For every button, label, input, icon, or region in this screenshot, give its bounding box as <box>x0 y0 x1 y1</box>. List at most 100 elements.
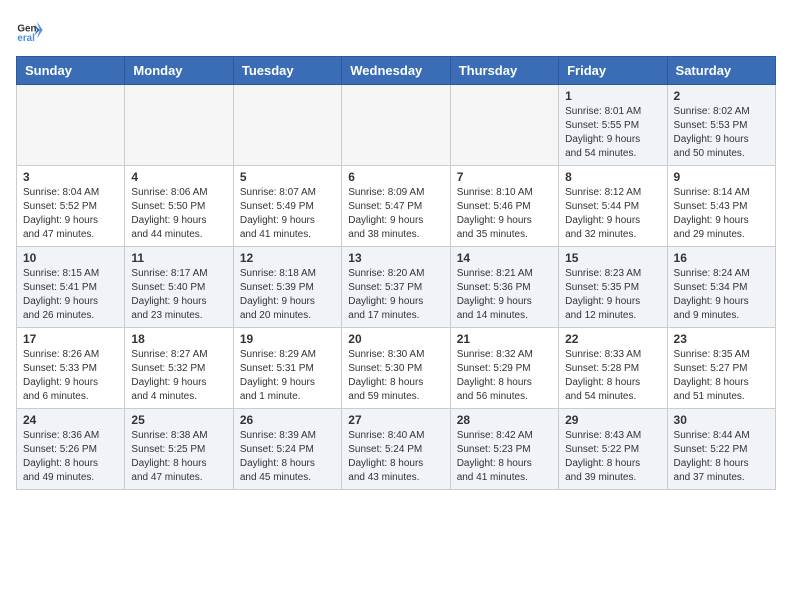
calendar-cell: 16 Sunrise: 8:24 AM Sunset: 5:34 PM Dayli… <box>667 247 775 328</box>
day-number: 12 <box>240 251 335 265</box>
day-number: 24 <box>23 413 118 427</box>
day-info: Sunrise: 8:06 AM Sunset: 5:50 PM Dayligh… <box>131 186 226 242</box>
day-info: Sunrise: 8:14 AM Sunset: 5:43 PM Dayligh… <box>674 186 769 242</box>
svg-text:eral: eral <box>17 33 35 44</box>
day-number: 25 <box>131 413 226 427</box>
day-info: Sunrise: 8:43 AM Sunset: 5:22 PM Dayligh… <box>565 429 660 485</box>
calendar-cell: 19Sunrise: 8:29 AM Sunset: 5:31 PM Dayli… <box>233 328 341 409</box>
day-number: 10 <box>23 251 118 265</box>
weekday-header-friday: Friday <box>559 57 667 85</box>
day-info: Sunrise: 8:33 AM Sunset: 5:28 PM Dayligh… <box>565 348 660 404</box>
calendar-cell: 20 Sunrise: 8:30 AM Sunset: 5:30 PM Dayli… <box>342 328 450 409</box>
day-info: Sunrise: 8:01 AM Sunset: 5:55 PM Dayligh… <box>565 105 660 161</box>
day-number: 13 <box>348 251 443 265</box>
day-info: Sunrise: 8:17 AM Sunset: 5:40 PM Dayligh… <box>131 267 226 323</box>
calendar-cell: 7 Sunrise: 8:10 AM Sunset: 5:46 PM Daylig… <box>450 166 558 247</box>
day-number: 9 <box>674 170 769 184</box>
calendar-cell: 30 Sunrise: 8:44 AM Sunset: 5:22 PM Dayli… <box>667 409 775 490</box>
calendar-header-row: SundayMondayTuesdayWednesdayThursdayFrid… <box>17 57 776 85</box>
day-info: Sunrise: 8:36 AM Sunset: 5:26 PM Dayligh… <box>23 429 118 485</box>
day-info: Sunrise: 8:09 AM Sunset: 5:47 PM Dayligh… <box>348 186 443 242</box>
day-info: Sunrise: 8:42 AM Sunset: 5:23 PM Dayligh… <box>457 429 552 485</box>
calendar-cell <box>233 85 341 166</box>
weekday-header-tuesday: Tuesday <box>233 57 341 85</box>
day-number: 1 <box>565 89 660 103</box>
day-number: 16 <box>674 251 769 265</box>
day-info: Sunrise: 8:20 AM Sunset: 5:37 PM Dayligh… <box>348 267 443 323</box>
day-number: 8 <box>565 170 660 184</box>
day-number: 3 <box>23 170 118 184</box>
calendar-cell <box>17 85 125 166</box>
day-info: Sunrise: 8:21 AM Sunset: 5:36 PM Dayligh… <box>457 267 552 323</box>
day-info: Sunrise: 8:38 AM Sunset: 5:25 PM Dayligh… <box>131 429 226 485</box>
day-number: 7 <box>457 170 552 184</box>
day-number: 17 <box>23 332 118 346</box>
day-number: 20 <box>348 332 443 346</box>
calendar-cell: 6 Sunrise: 8:09 AM Sunset: 5:47 PM Daylig… <box>342 166 450 247</box>
day-number: 30 <box>674 413 769 427</box>
weekday-header-monday: Monday <box>125 57 233 85</box>
weekday-header-sunday: Sunday <box>17 57 125 85</box>
calendar-cell: 23 Sunrise: 8:35 AM Sunset: 5:27 PM Dayli… <box>667 328 775 409</box>
day-info: Sunrise: 8:23 AM Sunset: 5:35 PM Dayligh… <box>565 267 660 323</box>
calendar-cell: 21 Sunrise: 8:32 AM Sunset: 5:29 PM Dayli… <box>450 328 558 409</box>
calendar-cell <box>450 85 558 166</box>
calendar-cell: 29 Sunrise: 8:43 AM Sunset: 5:22 PM Dayli… <box>559 409 667 490</box>
day-number: 11 <box>131 251 226 265</box>
day-info: Sunrise: 8:10 AM Sunset: 5:46 PM Dayligh… <box>457 186 552 242</box>
calendar-cell: 4 Sunrise: 8:06 AM Sunset: 5:50 PM Daylig… <box>125 166 233 247</box>
day-number: 14 <box>457 251 552 265</box>
calendar-cell: 3 Sunrise: 8:04 AM Sunset: 5:52 PM Daylig… <box>17 166 125 247</box>
calendar-cell: 26 Sunrise: 8:39 AM Sunset: 5:24 PM Dayli… <box>233 409 341 490</box>
day-info: Sunrise: 8:44 AM Sunset: 5:22 PM Dayligh… <box>674 429 769 485</box>
logo: Gen eral <box>16 16 48 44</box>
day-number: 15 <box>565 251 660 265</box>
day-number: 28 <box>457 413 552 427</box>
calendar-cell: 10 Sunrise: 8:15 AM Sunset: 5:41 PM Dayli… <box>17 247 125 328</box>
day-info: Sunrise: 8:40 AM Sunset: 5:24 PM Dayligh… <box>348 429 443 485</box>
calendar-cell: 25 Sunrise: 8:38 AM Sunset: 5:25 PM Dayli… <box>125 409 233 490</box>
day-info: Sunrise: 8:30 AM Sunset: 5:30 PM Dayligh… <box>348 348 443 404</box>
day-number: 21 <box>457 332 552 346</box>
day-info: Sunrise: 8:24 AM Sunset: 5:34 PM Dayligh… <box>674 267 769 323</box>
calendar-table: SundayMondayTuesdayWednesdayThursdayFrid… <box>16 56 776 490</box>
calendar-cell: 15 Sunrise: 8:23 AM Sunset: 5:35 PM Dayli… <box>559 247 667 328</box>
weekday-header-thursday: Thursday <box>450 57 558 85</box>
day-info: Sunrise: 8:02 AM Sunset: 5:53 PM Dayligh… <box>674 105 769 161</box>
day-number: 22 <box>565 332 660 346</box>
calendar-cell: 11 Sunrise: 8:17 AM Sunset: 5:40 PM Dayli… <box>125 247 233 328</box>
calendar-cell: 22 Sunrise: 8:33 AM Sunset: 5:28 PM Dayli… <box>559 328 667 409</box>
day-number: 4 <box>131 170 226 184</box>
day-info: Sunrise: 8:35 AM Sunset: 5:27 PM Dayligh… <box>674 348 769 404</box>
calendar-cell: 13 Sunrise: 8:20 AM Sunset: 5:37 PM Dayli… <box>342 247 450 328</box>
day-info: Sunrise: 8:39 AM Sunset: 5:24 PM Dayligh… <box>240 429 335 485</box>
day-number: 27 <box>348 413 443 427</box>
day-info: Sunrise: 8:18 AM Sunset: 5:39 PM Dayligh… <box>240 267 335 323</box>
calendar-cell: 2Sunrise: 8:02 AM Sunset: 5:53 PM Daylig… <box>667 85 775 166</box>
calendar-week-row: 3 Sunrise: 8:04 AM Sunset: 5:52 PM Daylig… <box>17 166 776 247</box>
logo-icon: Gen eral <box>16 16 44 44</box>
day-number: 26 <box>240 413 335 427</box>
calendar-cell: 12 Sunrise: 8:18 AM Sunset: 5:39 PM Dayli… <box>233 247 341 328</box>
day-info: Sunrise: 8:07 AM Sunset: 5:49 PM Dayligh… <box>240 186 335 242</box>
day-number: 18 <box>131 332 226 346</box>
day-info: Sunrise: 8:26 AM Sunset: 5:33 PM Dayligh… <box>23 348 118 404</box>
day-info: Sunrise: 8:04 AM Sunset: 5:52 PM Dayligh… <box>23 186 118 242</box>
day-number: 23 <box>674 332 769 346</box>
calendar-cell: 27 Sunrise: 8:40 AM Sunset: 5:24 PM Dayli… <box>342 409 450 490</box>
calendar-week-row: 1 Sunrise: 8:01 AM Sunset: 5:55 PM Daylig… <box>17 85 776 166</box>
calendar-cell: 28 Sunrise: 8:42 AM Sunset: 5:23 PM Dayli… <box>450 409 558 490</box>
weekday-header-saturday: Saturday <box>667 57 775 85</box>
day-info: Sunrise: 8:32 AM Sunset: 5:29 PM Dayligh… <box>457 348 552 404</box>
page-header: Gen eral <box>16 16 776 44</box>
calendar-week-row: 24 Sunrise: 8:36 AM Sunset: 5:26 PM Dayli… <box>17 409 776 490</box>
weekday-header-wednesday: Wednesday <box>342 57 450 85</box>
day-info: Sunrise: 8:12 AM Sunset: 5:44 PM Dayligh… <box>565 186 660 242</box>
day-number: 19 <box>240 332 335 346</box>
calendar-cell: 5Sunrise: 8:07 AM Sunset: 5:49 PM Daylig… <box>233 166 341 247</box>
day-info: Sunrise: 8:15 AM Sunset: 5:41 PM Dayligh… <box>23 267 118 323</box>
day-number: 29 <box>565 413 660 427</box>
day-info: Sunrise: 8:27 AM Sunset: 5:32 PM Dayligh… <box>131 348 226 404</box>
day-number: 6 <box>348 170 443 184</box>
calendar-cell: 17 Sunrise: 8:26 AM Sunset: 5:33 PM Dayli… <box>17 328 125 409</box>
